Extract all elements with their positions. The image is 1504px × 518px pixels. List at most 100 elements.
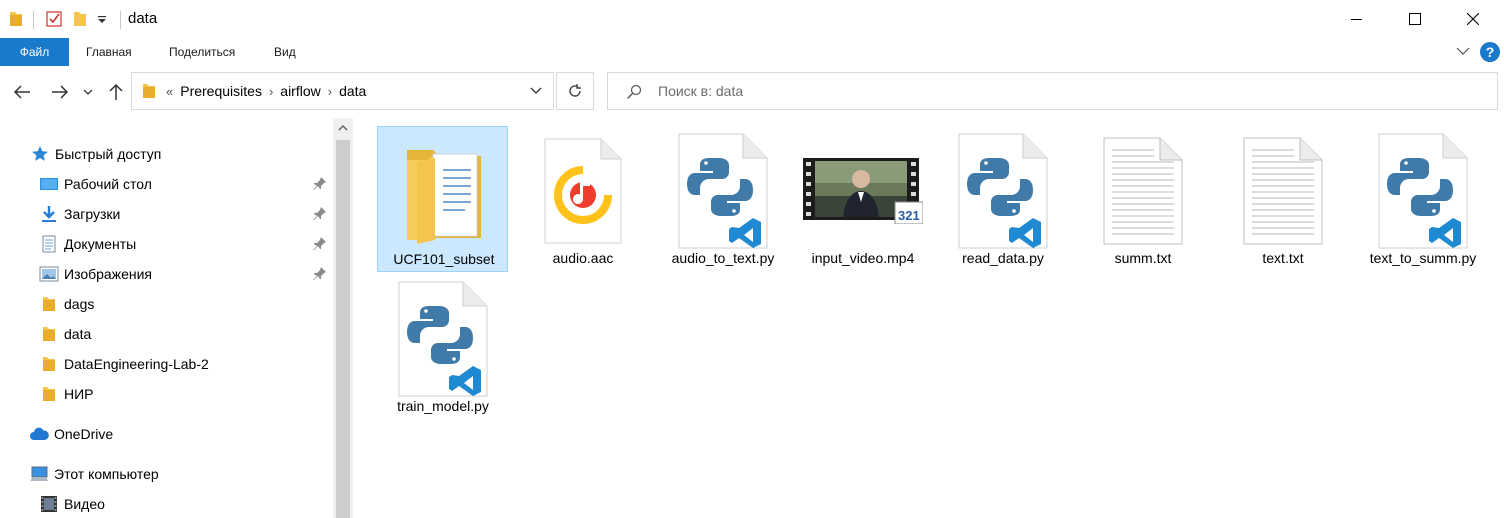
customize-toolbar-icon[interactable]: [96, 9, 108, 29]
file-item-text-txt[interactable]: text.txt: [1217, 126, 1349, 272]
file-name: summ.txt: [1114, 250, 1172, 266]
file-list: UCF101_subset audio.aac audio_to_text.py…: [354, 118, 1504, 518]
documents-icon: [39, 234, 59, 254]
forward-arrow-icon[interactable]: [48, 80, 72, 104]
sidebar-item-data[interactable]: data: [39, 320, 91, 348]
folder-icon: [378, 133, 510, 251]
sidebar-item-label: Документы: [64, 236, 137, 252]
properties-icon[interactable]: [45, 9, 63, 29]
search-icon: [626, 84, 642, 103]
star-icon: [30, 144, 50, 164]
recent-chevron-icon[interactable]: [80, 80, 96, 104]
folder-icon: [39, 294, 59, 314]
ribbon: Файл Главная Поделиться Вид ?: [0, 38, 1504, 66]
desktop-icon: [39, 174, 59, 194]
navigation-pane: Быстрый доступ Рабочий стол Загрузки Док…: [0, 118, 354, 518]
file-name: text.txt: [1262, 250, 1304, 266]
new-folder-icon[interactable]: [72, 9, 88, 29]
search-box[interactable]: Поиск в: data: [607, 72, 1498, 110]
scroll-up-chevron-icon[interactable]: [333, 118, 353, 138]
up-arrow-icon[interactable]: [104, 80, 128, 104]
sidebar-item-label: Рабочий стол: [64, 176, 152, 192]
file-name: train_model.py: [397, 398, 489, 414]
sidebar-item-nir[interactable]: НИР: [39, 380, 94, 408]
file-name: audio_to_text.py: [671, 250, 775, 266]
pin-icon[interactable]: [313, 266, 327, 283]
breadcrumb-separator-icon[interactable]: ›: [267, 84, 275, 99]
file-item-text-to-summ-py[interactable]: text_to_summ.py: [1357, 126, 1489, 272]
file-item-read-data-py[interactable]: read_data.py: [937, 126, 1069, 272]
sidebar-item-label: Быстрый доступ: [55, 146, 162, 162]
tab-home[interactable]: Главная: [86, 38, 132, 66]
sidebar-item-onedrive[interactable]: OneDrive: [29, 420, 113, 448]
minimize-button[interactable]: [1334, 0, 1380, 38]
folder-icon: [142, 82, 156, 100]
search-input[interactable]: Поиск в: data: [658, 83, 743, 99]
pin-icon[interactable]: [313, 176, 327, 193]
sidebar-scrollbar[interactable]: [333, 118, 353, 518]
sidebar-item-label: Изображения: [64, 266, 152, 282]
sidebar-item-label: Видео: [64, 496, 105, 512]
breadcrumb-airflow[interactable]: airflow: [275, 83, 325, 99]
refresh-button[interactable]: [556, 72, 594, 110]
help-icon[interactable]: ?: [1480, 42, 1500, 62]
breadcrumb-prerequisites[interactable]: Prerequisites: [175, 83, 267, 99]
file-item-audio-to-text-py[interactable]: audio_to_text.py: [657, 126, 789, 272]
file-name: read_data.py: [962, 250, 1044, 266]
python-file-icon: [377, 280, 509, 398]
folder-icon: [39, 354, 59, 374]
file-name: input_video.mp4: [811, 250, 915, 266]
tab-view[interactable]: Вид: [274, 38, 296, 66]
svg-text:321: 321: [898, 208, 920, 223]
sidebar-item-dataengineering-lab-2[interactable]: DataEngineering-Lab-2: [39, 350, 209, 378]
app-folder-icon: [8, 9, 24, 29]
sidebar-item-label: dags: [64, 296, 95, 312]
address-bar[interactable]: « Prerequisites › airflow › data: [131, 72, 554, 110]
refresh-icon: [569, 84, 581, 97]
close-button[interactable]: [1450, 0, 1496, 38]
scroll-thumb[interactable]: [336, 140, 350, 518]
pin-icon[interactable]: [313, 206, 327, 223]
sidebar-item-downloads[interactable]: Загрузки: [39, 200, 120, 228]
breadcrumb-separator-icon[interactable]: ›: [326, 84, 334, 99]
text-file-icon: [1217, 132, 1349, 250]
video-thumbnail-icon: 321: [797, 132, 929, 250]
file-item-ucf101-subset[interactable]: UCF101_subset: [377, 126, 508, 272]
window-title: data: [128, 10, 158, 27]
pin-icon[interactable]: [313, 236, 327, 253]
file-name: text_to_summ.py: [1369, 250, 1477, 266]
address-history-chevron-icon[interactable]: [518, 72, 554, 110]
navigation-bar: « Prerequisites › airflow › data Поиск в…: [0, 66, 1504, 118]
computer-icon: [29, 464, 49, 484]
sidebar-item-video[interactable]: Видео: [39, 490, 105, 518]
sidebar-item-label: НИР: [64, 386, 94, 402]
video-icon: [39, 494, 59, 514]
breadcrumb-data[interactable]: data: [334, 83, 371, 99]
cloud-icon: [29, 424, 49, 444]
sidebar-item-desktop[interactable]: Рабочий стол: [39, 170, 152, 198]
maximize-button[interactable]: [1392, 0, 1438, 38]
folder-icon: [39, 324, 59, 344]
chevron-down-icon[interactable]: [1456, 44, 1470, 61]
back-arrow-icon[interactable]: [10, 80, 34, 104]
sidebar-item-label: OneDrive: [54, 426, 114, 442]
file-item-summ-txt[interactable]: summ.txt: [1077, 126, 1209, 272]
python-file-icon: [657, 132, 789, 250]
sidebar-item-documents[interactable]: Документы: [39, 230, 136, 258]
file-item-train-model-py[interactable]: train_model.py: [377, 274, 508, 420]
pictures-icon: [39, 264, 59, 284]
sidebar-item-this-pc[interactable]: Этот компьютер: [29, 460, 159, 488]
tab-share[interactable]: Поделиться: [169, 38, 235, 66]
python-file-icon: [1357, 132, 1489, 250]
title-bar: data: [0, 0, 1504, 38]
text-file-icon: [1077, 132, 1209, 250]
tab-file[interactable]: Файл: [0, 38, 69, 66]
sidebar-item-quick-access[interactable]: Быстрый доступ: [30, 140, 161, 168]
file-item-audio-aac[interactable]: audio.aac: [517, 126, 649, 272]
sidebar-item-pictures[interactable]: Изображения: [39, 260, 152, 288]
sidebar-item-dags[interactable]: dags: [39, 290, 94, 318]
file-item-input-video-mp4[interactable]: 321 input_video.mp4: [797, 126, 929, 272]
file-name: UCF101_subset: [393, 251, 495, 267]
file-name: audio.aac: [552, 250, 614, 266]
breadcrumb-overflow[interactable]: «: [164, 84, 175, 99]
